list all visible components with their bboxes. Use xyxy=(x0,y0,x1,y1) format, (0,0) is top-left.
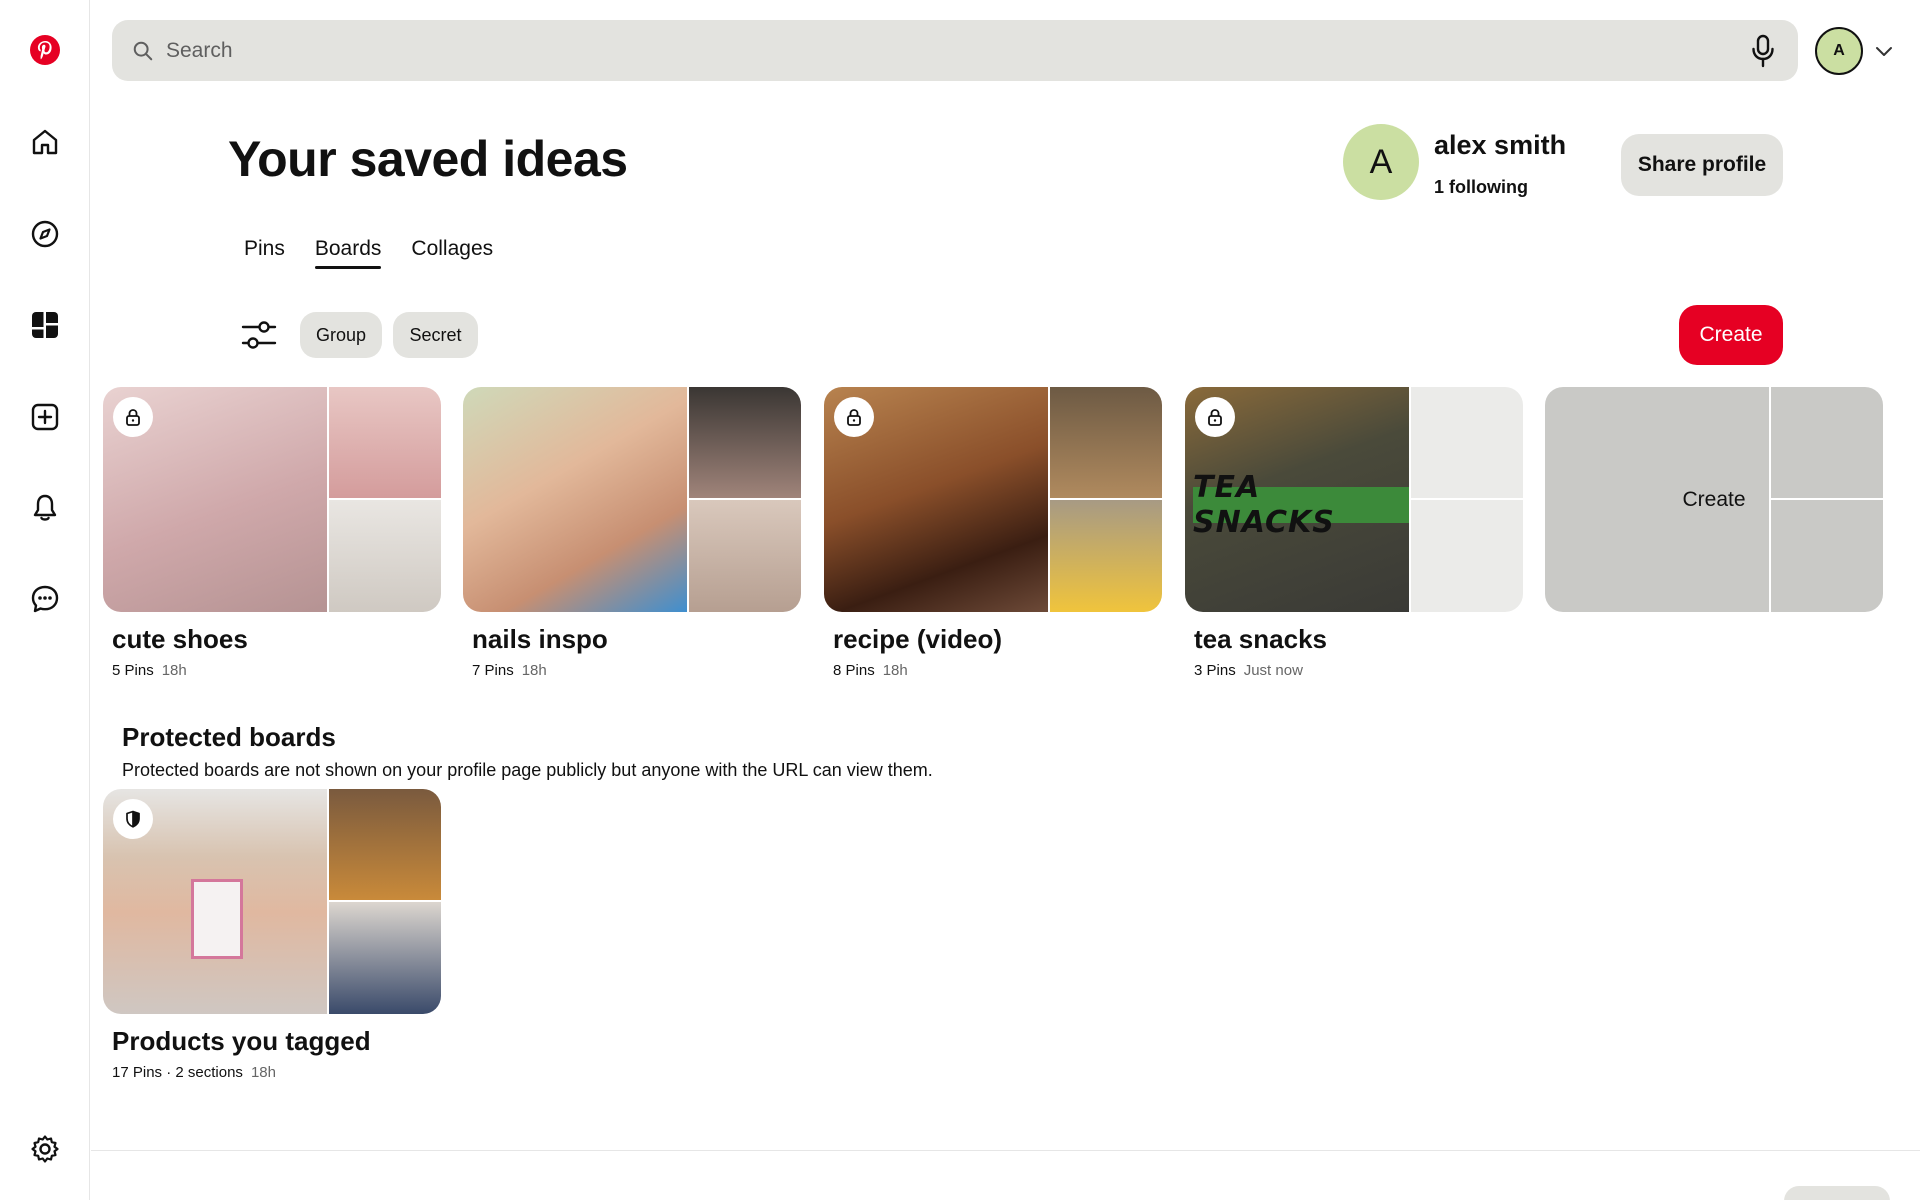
board-cover-empty xyxy=(1411,387,1523,498)
meta-separator: · xyxy=(162,1064,176,1081)
search-bar xyxy=(112,20,1798,81)
board-cover-image xyxy=(463,387,687,612)
board-cover[interactable] xyxy=(103,387,441,612)
board-cover-image xyxy=(689,387,801,498)
tab-boards[interactable]: Boards xyxy=(314,235,381,269)
board-title[interactable]: recipe (video) xyxy=(824,624,1162,655)
create-button[interactable]: Create xyxy=(1679,305,1783,365)
sidebar-item-notifications[interactable] xyxy=(21,484,69,532)
board-meta: 3 Pins Just now xyxy=(1185,662,1523,679)
following-count[interactable]: 1 following xyxy=(1434,177,1528,198)
filter-chip-group[interactable]: Group xyxy=(300,312,382,358)
lock-icon xyxy=(834,397,874,437)
board-cover-empty xyxy=(1411,500,1523,612)
placeholder-tile xyxy=(1771,500,1883,612)
board-title[interactable]: cute shoes xyxy=(103,624,441,655)
board-meta: 8 Pins 18h xyxy=(824,662,1162,679)
plus-square-icon xyxy=(31,403,59,431)
filter-icon[interactable] xyxy=(240,318,278,352)
pin-count: 7 Pins xyxy=(472,662,514,679)
board-card[interactable]: Products you tagged 17 Pins · 2 sections… xyxy=(103,789,441,1081)
page-title: Your saved ideas xyxy=(228,131,628,187)
board-time: Just now xyxy=(1243,662,1303,679)
sidebar-item-boards[interactable] xyxy=(21,301,69,349)
search-icon xyxy=(133,41,153,60)
pinterest-logo-icon xyxy=(30,35,60,65)
microphone-icon[interactable] xyxy=(1748,33,1778,69)
placeholder-tile xyxy=(1771,387,1883,498)
board-time: 18h xyxy=(521,662,547,679)
board-cover-image xyxy=(329,387,441,498)
pinterest-logo[interactable] xyxy=(21,26,69,74)
section-count: 2 sections xyxy=(175,1064,243,1081)
profile-avatar[interactable]: A xyxy=(1343,124,1419,200)
protected-boards-heading: Protected boards xyxy=(122,722,336,752)
create-board-button[interactable]: Create xyxy=(1662,473,1766,526)
lock-icon xyxy=(1195,397,1235,437)
board-meta: 5 Pins 18h xyxy=(103,662,441,679)
board-title[interactable]: Products you tagged xyxy=(103,1026,441,1057)
search-input[interactable] xyxy=(166,38,1736,63)
sidebar-item-explore[interactable] xyxy=(21,210,69,258)
board-cover[interactable]: TEA SNACKS xyxy=(1185,387,1523,612)
bottom-button[interactable] xyxy=(1784,1186,1890,1200)
sidebar-item-home[interactable] xyxy=(21,118,69,166)
tab-pins[interactable]: Pins xyxy=(244,235,285,269)
profile-name[interactable]: alex smith xyxy=(1434,130,1566,161)
share-profile-button[interactable]: Share profile xyxy=(1621,134,1783,196)
gear-icon xyxy=(31,1135,59,1163)
sidebar-item-create[interactable] xyxy=(21,393,69,441)
board-title[interactable]: nails inspo xyxy=(463,624,801,655)
board-cover-image xyxy=(329,789,441,900)
divider xyxy=(91,1150,1920,1151)
board-card[interactable]: nails inspo 7 Pins 18h xyxy=(463,387,801,679)
board-card[interactable]: TEA SNACKS tea snacks 3 Pins Just now xyxy=(1185,387,1523,679)
board-cover-image xyxy=(1050,387,1162,498)
board-time: 18h xyxy=(882,662,908,679)
chevron-down-icon[interactable] xyxy=(1873,40,1895,62)
cover-text: TEA SNACKS xyxy=(1193,470,1409,540)
tab-collages[interactable]: Collages xyxy=(411,235,493,269)
board-card[interactable]: cute shoes 5 Pins 18h xyxy=(103,387,441,679)
tab-bar: Pins Boards Collages xyxy=(244,235,493,269)
pin-count: 8 Pins xyxy=(833,662,875,679)
board-cover[interactable] xyxy=(463,387,801,612)
sidebar-item-settings[interactable] xyxy=(21,1125,69,1173)
board-cover-image xyxy=(1050,500,1162,612)
home-icon xyxy=(32,129,58,155)
board-time: 18h xyxy=(250,1064,276,1081)
sidebar-item-messages[interactable] xyxy=(21,575,69,623)
board-meta: 17 Pins · 2 sections 18h xyxy=(103,1064,441,1081)
filter-chip-secret[interactable]: Secret xyxy=(393,312,478,358)
compass-icon xyxy=(31,220,59,248)
board-card[interactable]: recipe (video) 8 Pins 18h xyxy=(824,387,1162,679)
shield-icon xyxy=(113,799,153,839)
pin-count: 3 Pins xyxy=(1194,662,1236,679)
pin-count: 17 Pins xyxy=(112,1064,163,1081)
board-title[interactable]: tea snacks xyxy=(1185,624,1523,655)
protected-boards-description: Protected boards are not shown on your p… xyxy=(122,760,933,780)
bell-icon xyxy=(33,494,57,521)
product-label xyxy=(191,879,243,959)
lock-icon xyxy=(113,397,153,437)
sidebar xyxy=(0,0,90,1200)
board-cover-image xyxy=(329,500,441,612)
board-cover[interactable] xyxy=(103,789,441,1014)
board-cover-image xyxy=(689,500,801,612)
board-cover[interactable] xyxy=(824,387,1162,612)
pin-count: 5 Pins xyxy=(112,662,154,679)
board-meta: 7 Pins 18h xyxy=(463,662,801,679)
avatar[interactable]: A xyxy=(1815,27,1863,75)
board-time: 18h xyxy=(161,662,187,679)
boards-icon xyxy=(32,312,58,338)
chat-icon xyxy=(31,585,59,613)
create-board-tile[interactable]: Create xyxy=(1545,387,1883,612)
board-cover-image xyxy=(329,902,441,1014)
create-board-cover[interactable]: Create xyxy=(1545,387,1883,612)
